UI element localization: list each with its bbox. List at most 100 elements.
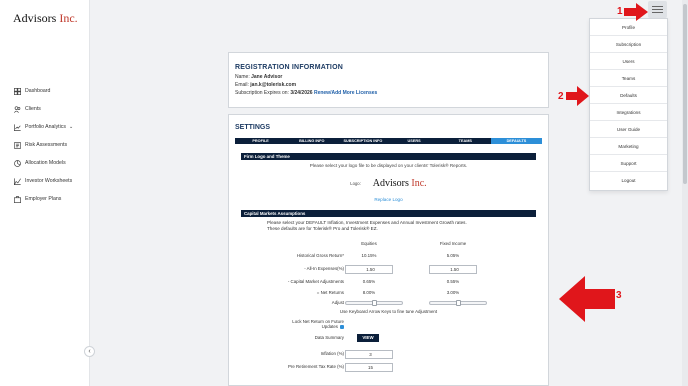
capital-markets-header: Capital Markets Assumptions xyxy=(241,210,536,217)
tab-subscription-info[interactable]: SUBSCRIPTION INFO xyxy=(337,138,388,144)
market-adjustments-label: - Capital Market Adjustments xyxy=(287,279,344,284)
replace-logo-link[interactable]: Replace Logo xyxy=(241,197,536,202)
annotation-number-3: 3 xyxy=(616,290,622,301)
worksheet-icon xyxy=(13,177,21,185)
sidebar-item-label: Investor Worksheets xyxy=(25,178,73,184)
tab-users[interactable]: USERS xyxy=(389,138,440,144)
tax-rate-input[interactable]: 15 xyxy=(345,363,393,372)
lock-net-return-checkbox[interactable] xyxy=(340,324,344,329)
historical-return-equities: 10.15% xyxy=(361,253,377,258)
tab-billing-info[interactable]: BILLING INFO xyxy=(286,138,337,144)
menu-item-support[interactable]: Support xyxy=(590,155,667,172)
brand-suffix: Inc. xyxy=(59,11,78,25)
slider-handle[interactable] xyxy=(372,300,377,306)
inflation-input[interactable]: 3 xyxy=(345,350,393,359)
subscription-line: Subscription Expires on: 3/24/2026 Renew… xyxy=(235,90,542,96)
tab-defaults[interactable]: DEFAULTS xyxy=(490,138,543,144)
market-adjustments-fixed: 0.55% xyxy=(446,279,460,284)
view-button[interactable]: VIEW xyxy=(357,334,379,342)
menu-item-subscription[interactable]: Subscription xyxy=(590,36,667,53)
menu-item-user-guide[interactable]: User Guide xyxy=(590,121,667,138)
historical-return-fixed: 5.05% xyxy=(446,253,460,258)
sidebar-collapse-button[interactable]: ‹ xyxy=(84,346,95,357)
menu-item-defaults[interactable]: Defaults xyxy=(590,87,667,104)
sidebar-item-dashboard[interactable]: Dashboard xyxy=(13,82,90,100)
sidebar-item-label: Dashboard xyxy=(25,88,51,94)
lock-row: Lock Net Return on Future Updates xyxy=(241,319,536,331)
menu-item-logout[interactable]: Logout xyxy=(590,172,667,189)
annotation-arrow-1-icon xyxy=(624,3,648,21)
sidebar-item-portfolio-analytics[interactable]: Portfolio Analytics ⌄ xyxy=(13,118,90,136)
tax-rate-label: Pre Retirement Tax Rate (%) xyxy=(287,364,344,369)
expenses-fixed-input[interactable]: 1.50 xyxy=(429,265,477,274)
page-scrollbar[interactable] xyxy=(682,0,688,386)
column-header-row: Equities Fixed Income xyxy=(241,240,536,248)
fixed-income-column-header: Fixed Income xyxy=(439,241,467,246)
scrollbar-thumb[interactable] xyxy=(683,4,687,184)
expenses-equities-input[interactable]: 1.50 xyxy=(345,265,393,274)
hamburger-menu-button[interactable] xyxy=(648,1,667,18)
email-line: Email: jan.k@tolerisk.com xyxy=(235,82,542,88)
menu-bar-icon xyxy=(652,6,663,7)
market-adjustments-equities: 0.65% xyxy=(362,279,376,284)
sidebar-item-investor-worksheets[interactable]: Investor Worksheets xyxy=(13,172,90,190)
brand-logo[interactable]: Advisors Inc. xyxy=(13,11,78,26)
fixed-adjust-slider[interactable] xyxy=(429,300,487,306)
menu-item-users[interactable]: Users xyxy=(590,53,667,70)
registration-panel: REGISTRATION INFORMATION Name: Jane Advi… xyxy=(228,52,549,108)
sidebar-item-allocation-models[interactable]: Allocation Models xyxy=(13,154,90,172)
pie-icon xyxy=(13,159,21,167)
firm-logo-header: Firm Logo and Theme xyxy=(241,153,536,160)
user-menu-dropdown: Profile Subscription Users Teams Default… xyxy=(589,18,668,191)
net-returns-label: = Net Returns xyxy=(316,290,344,295)
logo-brand-name: Advisors xyxy=(372,178,409,189)
logo-label: Logo: xyxy=(350,181,361,186)
sidebar-item-label: Employer Plans xyxy=(25,196,62,202)
clients-icon xyxy=(13,105,21,113)
menu-item-teams[interactable]: Teams xyxy=(590,70,667,87)
logo-brand-suffix: Inc. xyxy=(411,178,427,189)
menu-item-integrations[interactable]: Integrations xyxy=(590,104,667,121)
equities-adjust-slider[interactable] xyxy=(345,300,403,306)
capital-markets-intro: Please select your DEFAULT Inflation, In… xyxy=(267,220,536,232)
email-value: jan.k@tolerisk.com xyxy=(250,82,297,88)
brand-name: Advisors xyxy=(13,11,57,25)
sidebar-item-label: Allocation Models xyxy=(25,160,66,166)
logo-row: Logo: Advisors Inc. xyxy=(241,178,536,189)
annotation-arrow-2-icon xyxy=(566,86,589,106)
firm-logo-section: Firm Logo and Theme Please select your l… xyxy=(241,153,536,202)
net-returns-fixed: 3.00% xyxy=(446,290,460,295)
adjust-row: Adjust xyxy=(241,299,536,307)
renew-licenses-link[interactable]: Renew/Add More Licenses xyxy=(314,90,377,96)
name-value: Jane Advisor xyxy=(251,74,283,80)
sidebar-item-employer-plans[interactable]: Employer Plans xyxy=(13,190,90,208)
firm-logo-note: Please select your logo file to be displ… xyxy=(309,163,468,168)
sidebar-item-label: Portfolio Analytics xyxy=(25,124,66,130)
sidebar-item-risk-assessments[interactable]: Risk Assessments xyxy=(13,136,90,154)
adjust-hint: Use Keyboard Arrow Keys to fine tune Adj… xyxy=(339,309,438,314)
inflation-row: Inflation (%) 3 xyxy=(241,350,536,359)
menu-item-marketing[interactable]: Marketing xyxy=(590,138,667,155)
equities-column-header: Equities xyxy=(361,241,377,246)
analytics-icon xyxy=(13,123,21,131)
tab-profile[interactable]: PROFILE xyxy=(235,138,286,144)
menu-bar-icon xyxy=(652,9,663,10)
expenses-label: - All-In Expenses(%) xyxy=(304,266,344,271)
name-label: Name: xyxy=(235,74,250,80)
expenses-row: - All-In Expenses(%) 1.50 1.50 xyxy=(241,265,536,274)
slider-handle[interactable] xyxy=(456,300,461,306)
adjust-label: Adjust xyxy=(331,300,344,305)
firm-logo-image: Advisors Inc. xyxy=(373,178,427,189)
annotation-arrow-3-icon xyxy=(559,276,615,322)
inflation-label: Inflation (%) xyxy=(320,351,344,356)
chevron-left-icon: ‹ xyxy=(88,348,91,355)
settings-title: SETTINGS xyxy=(235,124,271,131)
dashboard-icon xyxy=(13,87,21,95)
menu-bar-icon xyxy=(652,12,663,13)
menu-item-profile[interactable]: Profile xyxy=(590,19,667,36)
subscription-label: Subscription Expires on: xyxy=(235,90,289,96)
email-label: Email: xyxy=(235,82,249,88)
tab-teams[interactable]: TEAMS xyxy=(440,138,491,144)
plans-icon xyxy=(13,195,21,203)
sidebar-item-clients[interactable]: Clients xyxy=(13,100,90,118)
